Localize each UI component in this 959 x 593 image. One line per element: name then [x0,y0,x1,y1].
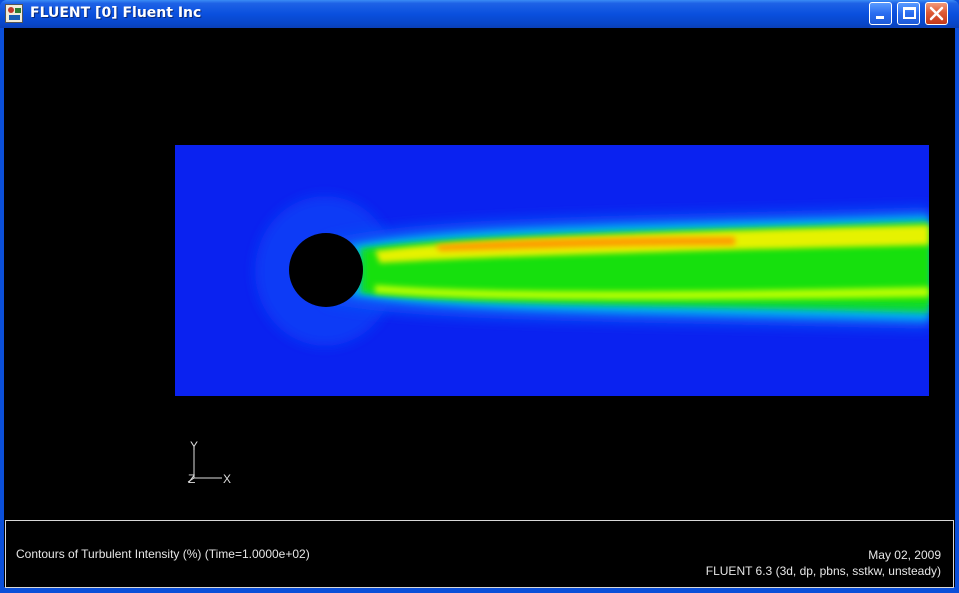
window-title: FLUENT [0] Fluent Inc [30,5,202,21]
title-bar[interactable]: FLUENT [0] Fluent Inc [0,0,959,28]
axes-triad: Y X Z [187,439,231,486]
caption-date: May 02, 2009 [868,548,941,562]
cylinder [289,233,363,307]
close-button[interactable] [925,2,948,25]
contour-plot[interactable] [175,145,929,396]
axis-y-label: Y [190,439,198,453]
minimize-icon [876,16,884,19]
plot-caption: Contours of Turbulent Intensity (%) (Tim… [5,520,954,588]
minimize-button[interactable] [869,2,892,25]
caption-solver: FLUENT 6.3 (3d, dp, pbns, sstkw, unstead… [705,564,941,578]
axis-x-label: X [223,472,231,486]
graphics-canvas[interactable] [4,28,955,587]
fluent-app-icon[interactable] [5,4,23,23]
maximize-icon [903,7,916,19]
maximize-button[interactable] [897,2,920,25]
fluent-graphics-window: FLUENT [0] Fluent Inc Y X Z Contours of … [0,0,959,593]
axis-z-label: Z [188,472,195,486]
caption-title: Contours of Turbulent Intensity (%) (Tim… [16,547,310,561]
caption-info: May 02, 2009 FLUENT 6.3 (3d, dp, pbns, s… [706,547,941,579]
close-icon [929,6,944,21]
